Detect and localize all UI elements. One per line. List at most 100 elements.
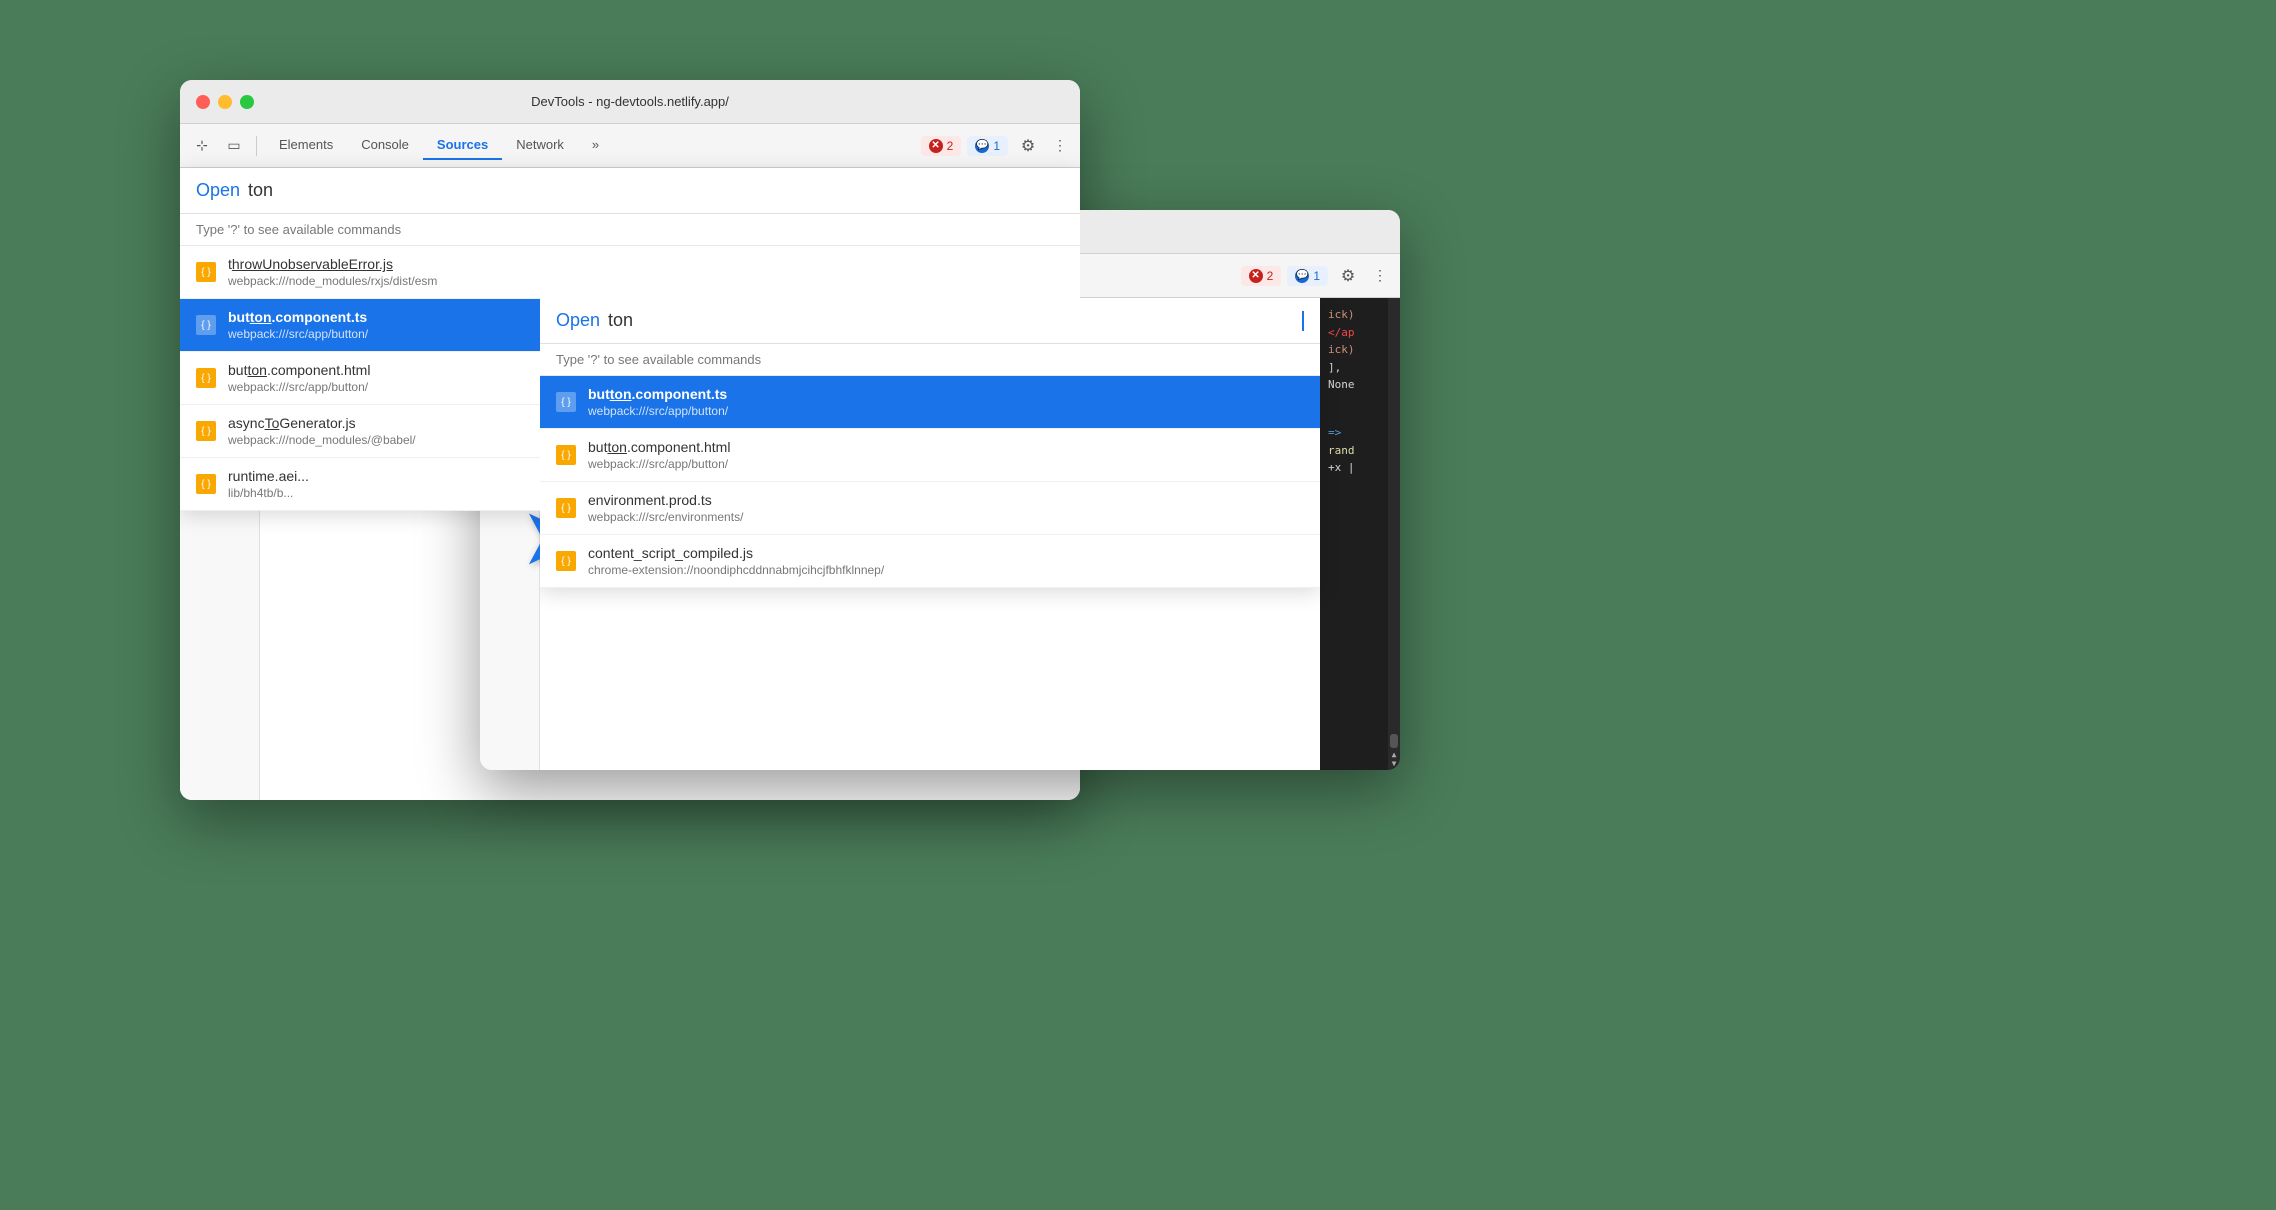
fg-cp-item-info-4: content_script_compiled.js chrome-extens… [588, 545, 884, 577]
bg-error-count: 2 [947, 139, 954, 153]
fg-error-badge[interactable]: ✕ 2 [1241, 266, 1282, 286]
bg-cp-item-info-2: button.component.ts webpack:///src/app/b… [228, 309, 368, 341]
fg-msg-count: 1 [1313, 269, 1320, 283]
fg-cp-input[interactable] [608, 310, 1294, 331]
bg-cp-item-name-4: asyncToGenerator.js [228, 415, 416, 431]
fg-cp-item-3[interactable]: { } environment.prod.ts webpack:///src/e… [540, 482, 1320, 535]
bg-toolbar: ⊹ ▭ Elements Console Sources Network » ✕… [180, 124, 1080, 168]
fg-toolbar-right: ✕ 2 💬 1 ⚙ ⋮ [1241, 262, 1392, 290]
fg-cp-hint: Type '?' to see available commands [540, 344, 1320, 376]
bg-cp-item-path-5: lib/bh4tb/b... [228, 486, 309, 500]
fg-cp-item-name-4: content_script_compiled.js [588, 545, 884, 561]
fg-cp-item-2[interactable]: { } button.component.html webpack:///src… [540, 429, 1320, 482]
fg-cp-item-name-2: button.component.html [588, 439, 730, 455]
fg-code-area: ick) </ap ick) ], None => rand +x | ▲ ▼ [1320, 298, 1400, 770]
bg-msg-icon: 💬 [975, 139, 989, 153]
fg-code-line-3: ick) [1328, 341, 1392, 359]
fg-code-text-8: +x | [1328, 459, 1355, 477]
bg-cp-file-icon-3: { } [196, 368, 216, 388]
bg-toolbar-sep [256, 136, 257, 156]
fg-cp-item-info-1: button.component.ts webpack:///src/app/b… [588, 386, 728, 418]
bg-cp-match-3: ton [247, 362, 266, 378]
fg-code-line-2: </ap [1328, 324, 1392, 342]
fg-cp-file-icon-2: { } [556, 445, 576, 465]
fg-cp-search-row: Open [540, 298, 1320, 344]
bg-cp-item-name-2: button.component.ts [228, 309, 368, 325]
bg-tab-sources[interactable]: Sources [423, 131, 502, 160]
bg-close-button[interactable] [196, 95, 210, 109]
bg-tab-more[interactable]: » [578, 131, 613, 160]
bg-inspect-icon[interactable]: ⊹ [188, 132, 216, 160]
fg-settings-button[interactable]: ⚙ [1334, 262, 1362, 290]
fg-scroll-up-icon[interactable]: ▲ [1392, 750, 1397, 759]
bg-cp-item-path-2: webpack:///src/app/button/ [228, 327, 368, 341]
bg-tab-elements[interactable]: Elements [265, 131, 347, 160]
fg-command-palette: Open Type '?' to see available commands … [540, 298, 1320, 588]
fg-code-text-6: => [1328, 424, 1341, 442]
bg-tab-console[interactable]: Console [347, 131, 423, 160]
fg-code-text-2: </ap [1328, 324, 1355, 342]
bg-error-badge[interactable]: ✕ 2 [921, 136, 962, 156]
fg-cp-item-info-2: button.component.html webpack:///src/app… [588, 439, 730, 471]
fg-code-line-1: ick) [1328, 306, 1392, 324]
bg-cp-item-name-3: button.component.html [228, 362, 370, 378]
fg-cp-file-icon-1: { } [556, 392, 576, 412]
bg-cp-file-icon-2: { } [196, 315, 216, 335]
fg-scroll-thumb [1390, 734, 1398, 748]
fg-more-button[interactable]: ⋮ [1368, 262, 1392, 290]
fg-scroll-down-icon[interactable]: ▼ [1392, 759, 1397, 768]
bg-cp-hint: Type '?' to see available commands [180, 214, 1080, 246]
bg-minimize-button[interactable] [218, 95, 232, 109]
bg-titlebar: DevTools - ng-devtools.netlify.app/ [180, 80, 1080, 124]
bg-cp-item-name-1: throwUnobservableError.js [228, 256, 437, 272]
bg-cp-item-1[interactable]: { } throwUnobservableError.js webpack://… [180, 246, 1080, 299]
fg-error-icon: ✕ [1249, 269, 1263, 283]
fg-cp-file-icon-3: { } [556, 498, 576, 518]
bg-cp-item-path-3: webpack:///src/app/button/ [228, 380, 370, 394]
fg-cp-label: Open [556, 310, 600, 331]
bg-cp-match-4: To [265, 415, 280, 431]
bg-cp-item-info-3: button.component.html webpack:///src/app… [228, 362, 370, 394]
fg-code-spacer [1328, 394, 1392, 424]
fg-cp-match-1: ton [610, 386, 632, 402]
fg-cp-item-1[interactable]: { } button.component.ts webpack:///src/a… [540, 376, 1320, 429]
bg-tab-network[interactable]: Network [502, 131, 578, 160]
bg-maximize-button[interactable] [240, 95, 254, 109]
fg-cp-item-4[interactable]: { } content_script_compiled.js chrome-ex… [540, 535, 1320, 588]
fg-cp-file-icon-4: { } [556, 551, 576, 571]
bg-cp-file-icon-4: { } [196, 421, 216, 441]
bg-cp-file-icon-1: { } [196, 262, 216, 282]
bg-settings-button[interactable]: ⚙ [1014, 132, 1042, 160]
fg-cp-item-path-2: webpack:///src/app/button/ [588, 457, 730, 471]
fg-message-badge[interactable]: 💬 1 [1287, 266, 1328, 286]
bg-cp-item-info-5: runtime.aei... lib/bh4tb/b... [228, 468, 309, 500]
fg-code-line-8: +x | [1328, 459, 1392, 477]
fg-cp-item-info-3: environment.prod.ts webpack:///src/envir… [588, 492, 743, 524]
bg-window-title: DevTools - ng-devtools.netlify.app/ [531, 94, 729, 109]
fg-code-line-4: ], [1328, 359, 1392, 377]
fg-cp-match-2: ton [607, 439, 626, 455]
fg-content-area: ick) </ap ick) ], None => rand +x | ▲ ▼ [540, 298, 1400, 770]
bg-cp-item-path-4: webpack:///node_modules/@babel/ [228, 433, 416, 447]
bg-message-badge[interactable]: 💬 1 [967, 136, 1008, 156]
fg-cp-item-path-1: webpack:///src/app/button/ [588, 404, 728, 418]
bg-toolbar-right: ✕ 2 💬 1 ⚙ ⋮ [921, 132, 1072, 160]
bg-cp-item-info-1: throwUnobservableError.js webpack:///nod… [228, 256, 437, 288]
fg-code-line-7: rand [1328, 442, 1392, 460]
fg-cursor-caret [1302, 311, 1304, 331]
bg-cp-input[interactable] [248, 180, 1064, 201]
bg-more-button[interactable]: ⋮ [1048, 132, 1072, 160]
fg-msg-icon: 💬 [1295, 269, 1309, 283]
bg-cp-match-2: ton [250, 309, 272, 325]
bg-cp-item-info-4: asyncToGenerator.js webpack:///node_modu… [228, 415, 416, 447]
bg-msg-count: 1 [993, 139, 1000, 153]
fg-code-line-5: None [1328, 376, 1392, 394]
bg-device-icon[interactable]: ▭ [220, 132, 248, 160]
fg-code-text-3: ick) [1328, 341, 1355, 359]
fg-error-count: 2 [1267, 269, 1274, 283]
fg-scrollbar[interactable]: ▲ ▼ [1388, 298, 1400, 770]
fg-cp-item-path-4: chrome-extension://noondiphcddnnabmjcihc… [588, 563, 884, 577]
fg-main-content: Pa ▶ </ ick) </ap ick) ], None => rand +… [480, 298, 1400, 770]
fg-code-text-7: rand [1328, 442, 1355, 460]
fg-cp-item-path-3: webpack:///src/environments/ [588, 510, 743, 524]
